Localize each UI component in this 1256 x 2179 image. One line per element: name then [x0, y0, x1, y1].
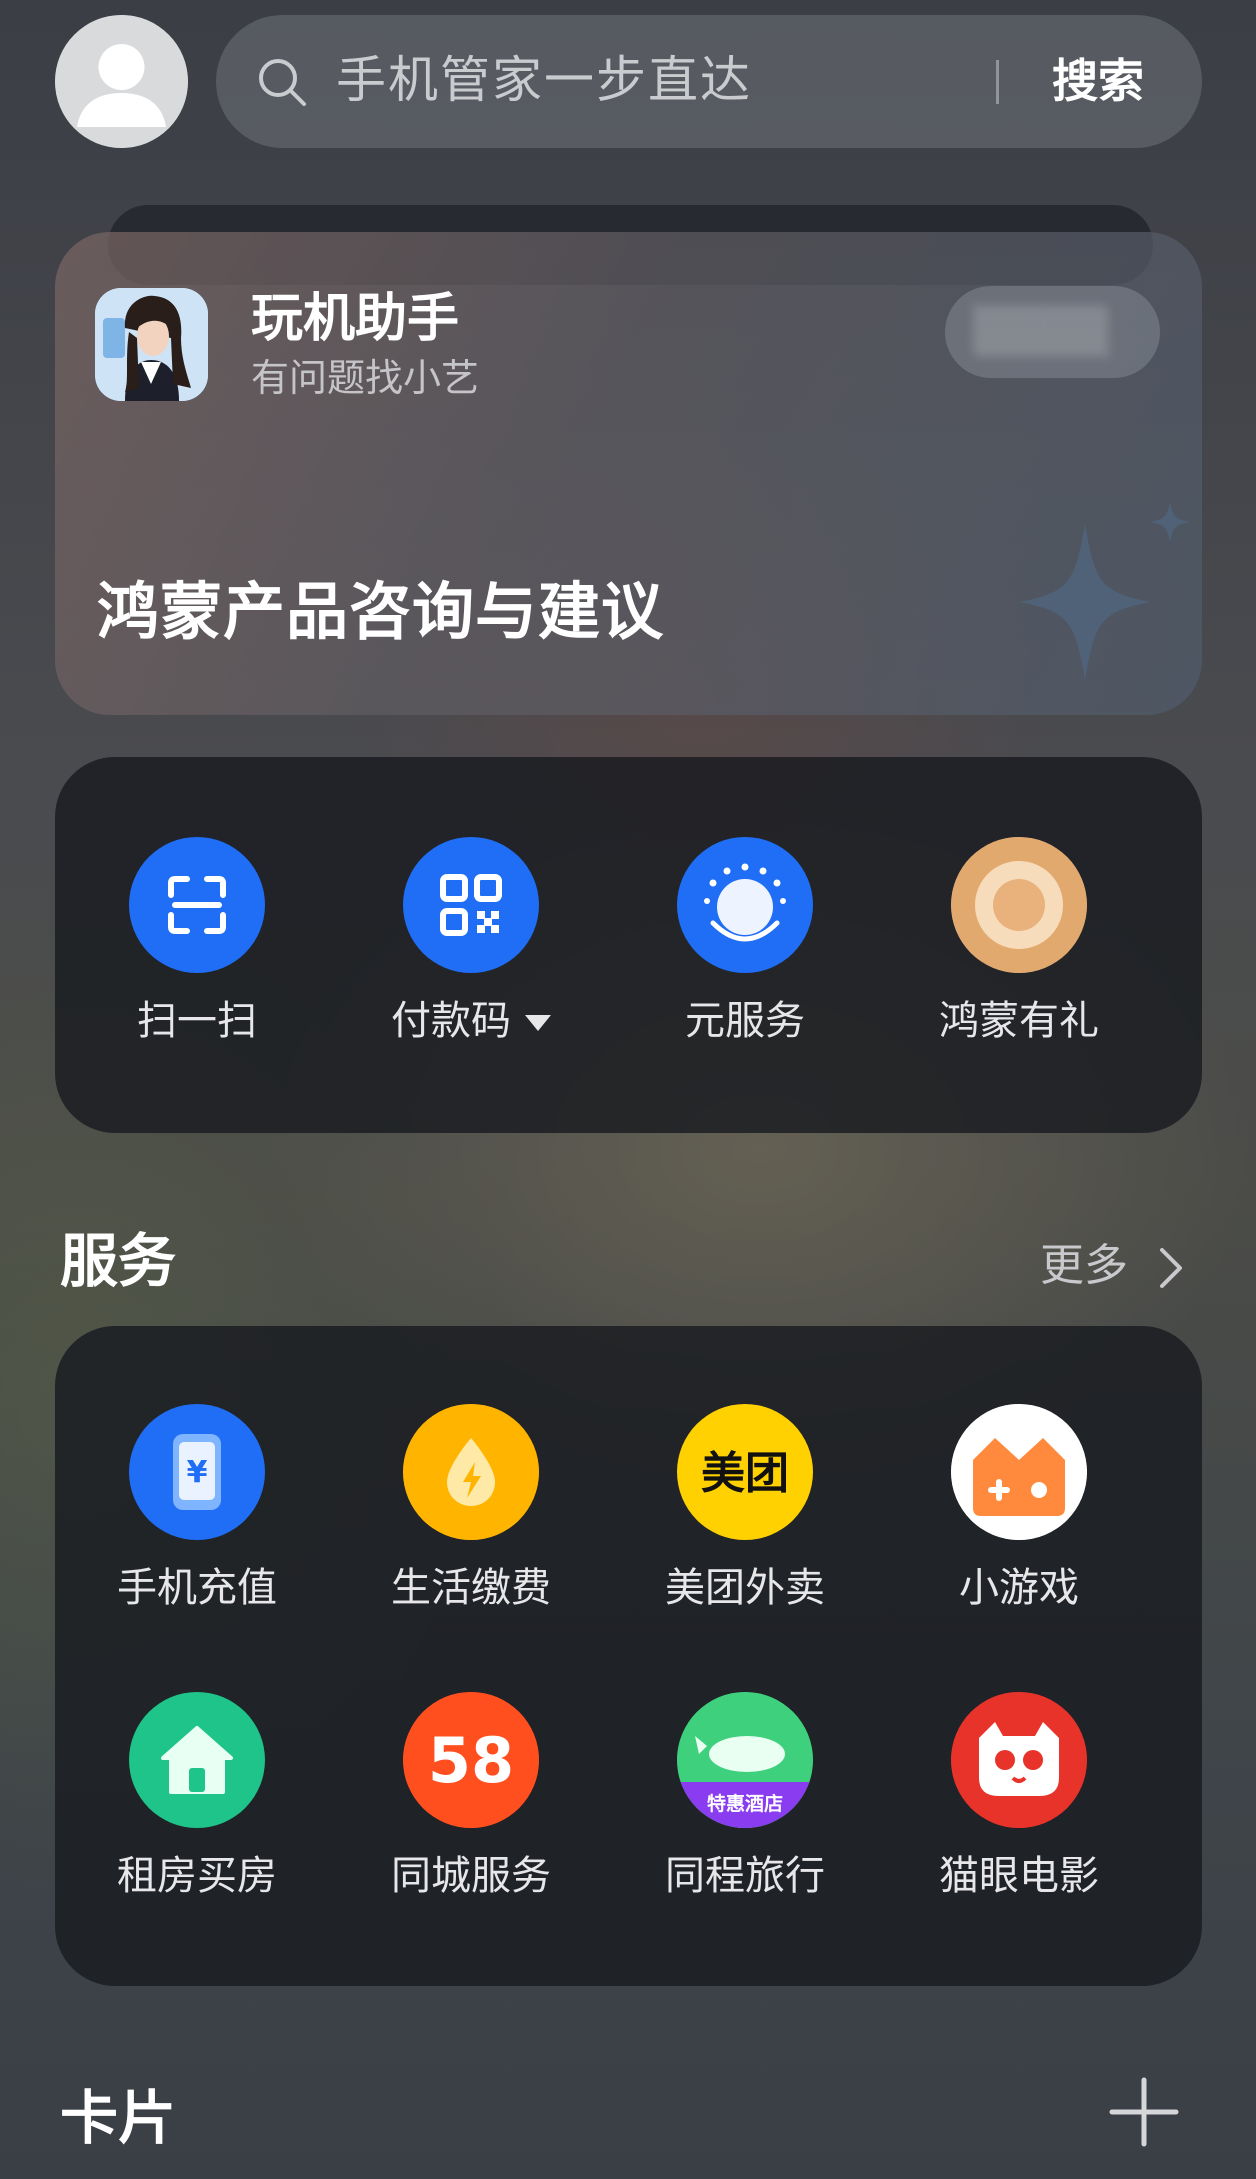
service-housing[interactable]: 租房买房 — [60, 1692, 334, 1904]
chevron-down-icon[interactable] — [525, 1015, 551, 1031]
mini-game-icon — [951, 1404, 1087, 1540]
search-button[interactable]: 搜索 — [1052, 47, 1144, 115]
tongcheng-icon: 特惠酒店 — [677, 1692, 813, 1828]
svg-text:58: 58 — [428, 1724, 514, 1797]
svg-text:美团: 美团 — [701, 1448, 789, 1499]
search-input[interactable]: 手机管家一步直达 — [336, 45, 752, 115]
scan-icon — [129, 837, 265, 973]
service-label: 手机充值 — [117, 1565, 277, 1611]
search-divider — [996, 60, 999, 104]
service-label: 猫眼电影 — [939, 1853, 1099, 1899]
avatar[interactable] — [55, 15, 188, 148]
sparkle-icon — [1020, 502, 1190, 680]
quick-action-atomic-service[interactable]: 元服务 — [608, 837, 882, 1049]
quick-action-label: 付款码 — [334, 993, 608, 1049]
service-meituan[interactable]: 美团 美团外卖 — [608, 1404, 882, 1616]
services-more-link[interactable]: 更多 — [1040, 1236, 1128, 1296]
utility-bill-icon — [403, 1404, 539, 1540]
assistant-headline: 鸿蒙产品咨询与建议 — [97, 575, 665, 648]
svg-text:特惠酒店: 特惠酒店 — [707, 1792, 783, 1815]
service-label: 生活缴费 — [391, 1565, 551, 1611]
service-label: 美团外卖 — [665, 1565, 825, 1611]
quick-action-label: 鸿蒙有礼 — [939, 998, 1099, 1044]
quick-action-gift[interactable]: 鸿蒙有礼 — [882, 837, 1156, 1049]
assistant-action-button[interactable]: ▒▒▒▒ — [945, 286, 1160, 378]
house-icon — [129, 1692, 265, 1828]
quick-action-label: 元服务 — [685, 998, 805, 1044]
chevron-right-icon[interactable] — [1156, 1246, 1186, 1290]
service-58[interactable]: 58 同城服务 — [334, 1692, 608, 1904]
search-bar[interactable]: 手机管家一步直达 搜索 — [216, 15, 1202, 148]
assistant-title: 玩机助手 — [251, 289, 460, 349]
service-maoyan[interactable]: 猫眼电影 — [882, 1692, 1156, 1904]
service-label: 租房买房 — [117, 1853, 277, 1899]
services-title: 服务 — [60, 1227, 177, 1295]
assistant-subtitle: 有问题找小艺 — [251, 356, 480, 400]
user-avatar-icon — [55, 15, 188, 148]
meituan-icon: 美团 — [677, 1404, 813, 1540]
services-panel: ¥ 手机充值 生活缴费 美团 美团外卖 小游戏 租房买房 58 同城服务 特惠酒… — [55, 1326, 1202, 1986]
quick-action-pay-code[interactable]: 付款码 — [334, 837, 608, 1049]
gift-ring-icon — [951, 837, 1087, 973]
svg-text:¥: ¥ — [187, 1455, 208, 1490]
quick-action-scan[interactable]: 扫一扫 — [60, 837, 334, 1049]
service-tongcheng[interactable]: 特惠酒店 同程旅行 — [608, 1692, 882, 1904]
quick-action-label: 扫一扫 — [137, 998, 257, 1044]
maoyan-icon — [951, 1692, 1087, 1828]
phone-recharge-icon: ¥ — [129, 1404, 265, 1540]
service-label: 同程旅行 — [665, 1853, 825, 1899]
service-mini-game[interactable]: 小游戏 — [882, 1404, 1156, 1616]
quick-actions-panel: 扫一扫 付款码 元服务 鸿蒙有礼 — [55, 757, 1202, 1133]
service-label: 同城服务 — [391, 1853, 551, 1899]
qr-code-icon — [403, 837, 539, 973]
assistant-app-icon — [95, 288, 208, 401]
add-card-icon[interactable] — [1108, 2076, 1180, 2148]
service-label: 小游戏 — [959, 1565, 1079, 1611]
cards-title: 卡片 — [60, 2084, 177, 2152]
search-icon — [259, 59, 306, 106]
service-utility-bill[interactable]: 生活缴费 — [334, 1404, 608, 1616]
58-icon: 58 — [403, 1692, 539, 1828]
assistant-card[interactable]: 玩机助手 有问题找小艺 ▒▒▒▒ 鸿蒙产品咨询与建议 — [55, 232, 1202, 715]
service-phone-recharge[interactable]: ¥ 手机充值 — [60, 1404, 334, 1616]
atomic-service-icon — [677, 837, 813, 973]
